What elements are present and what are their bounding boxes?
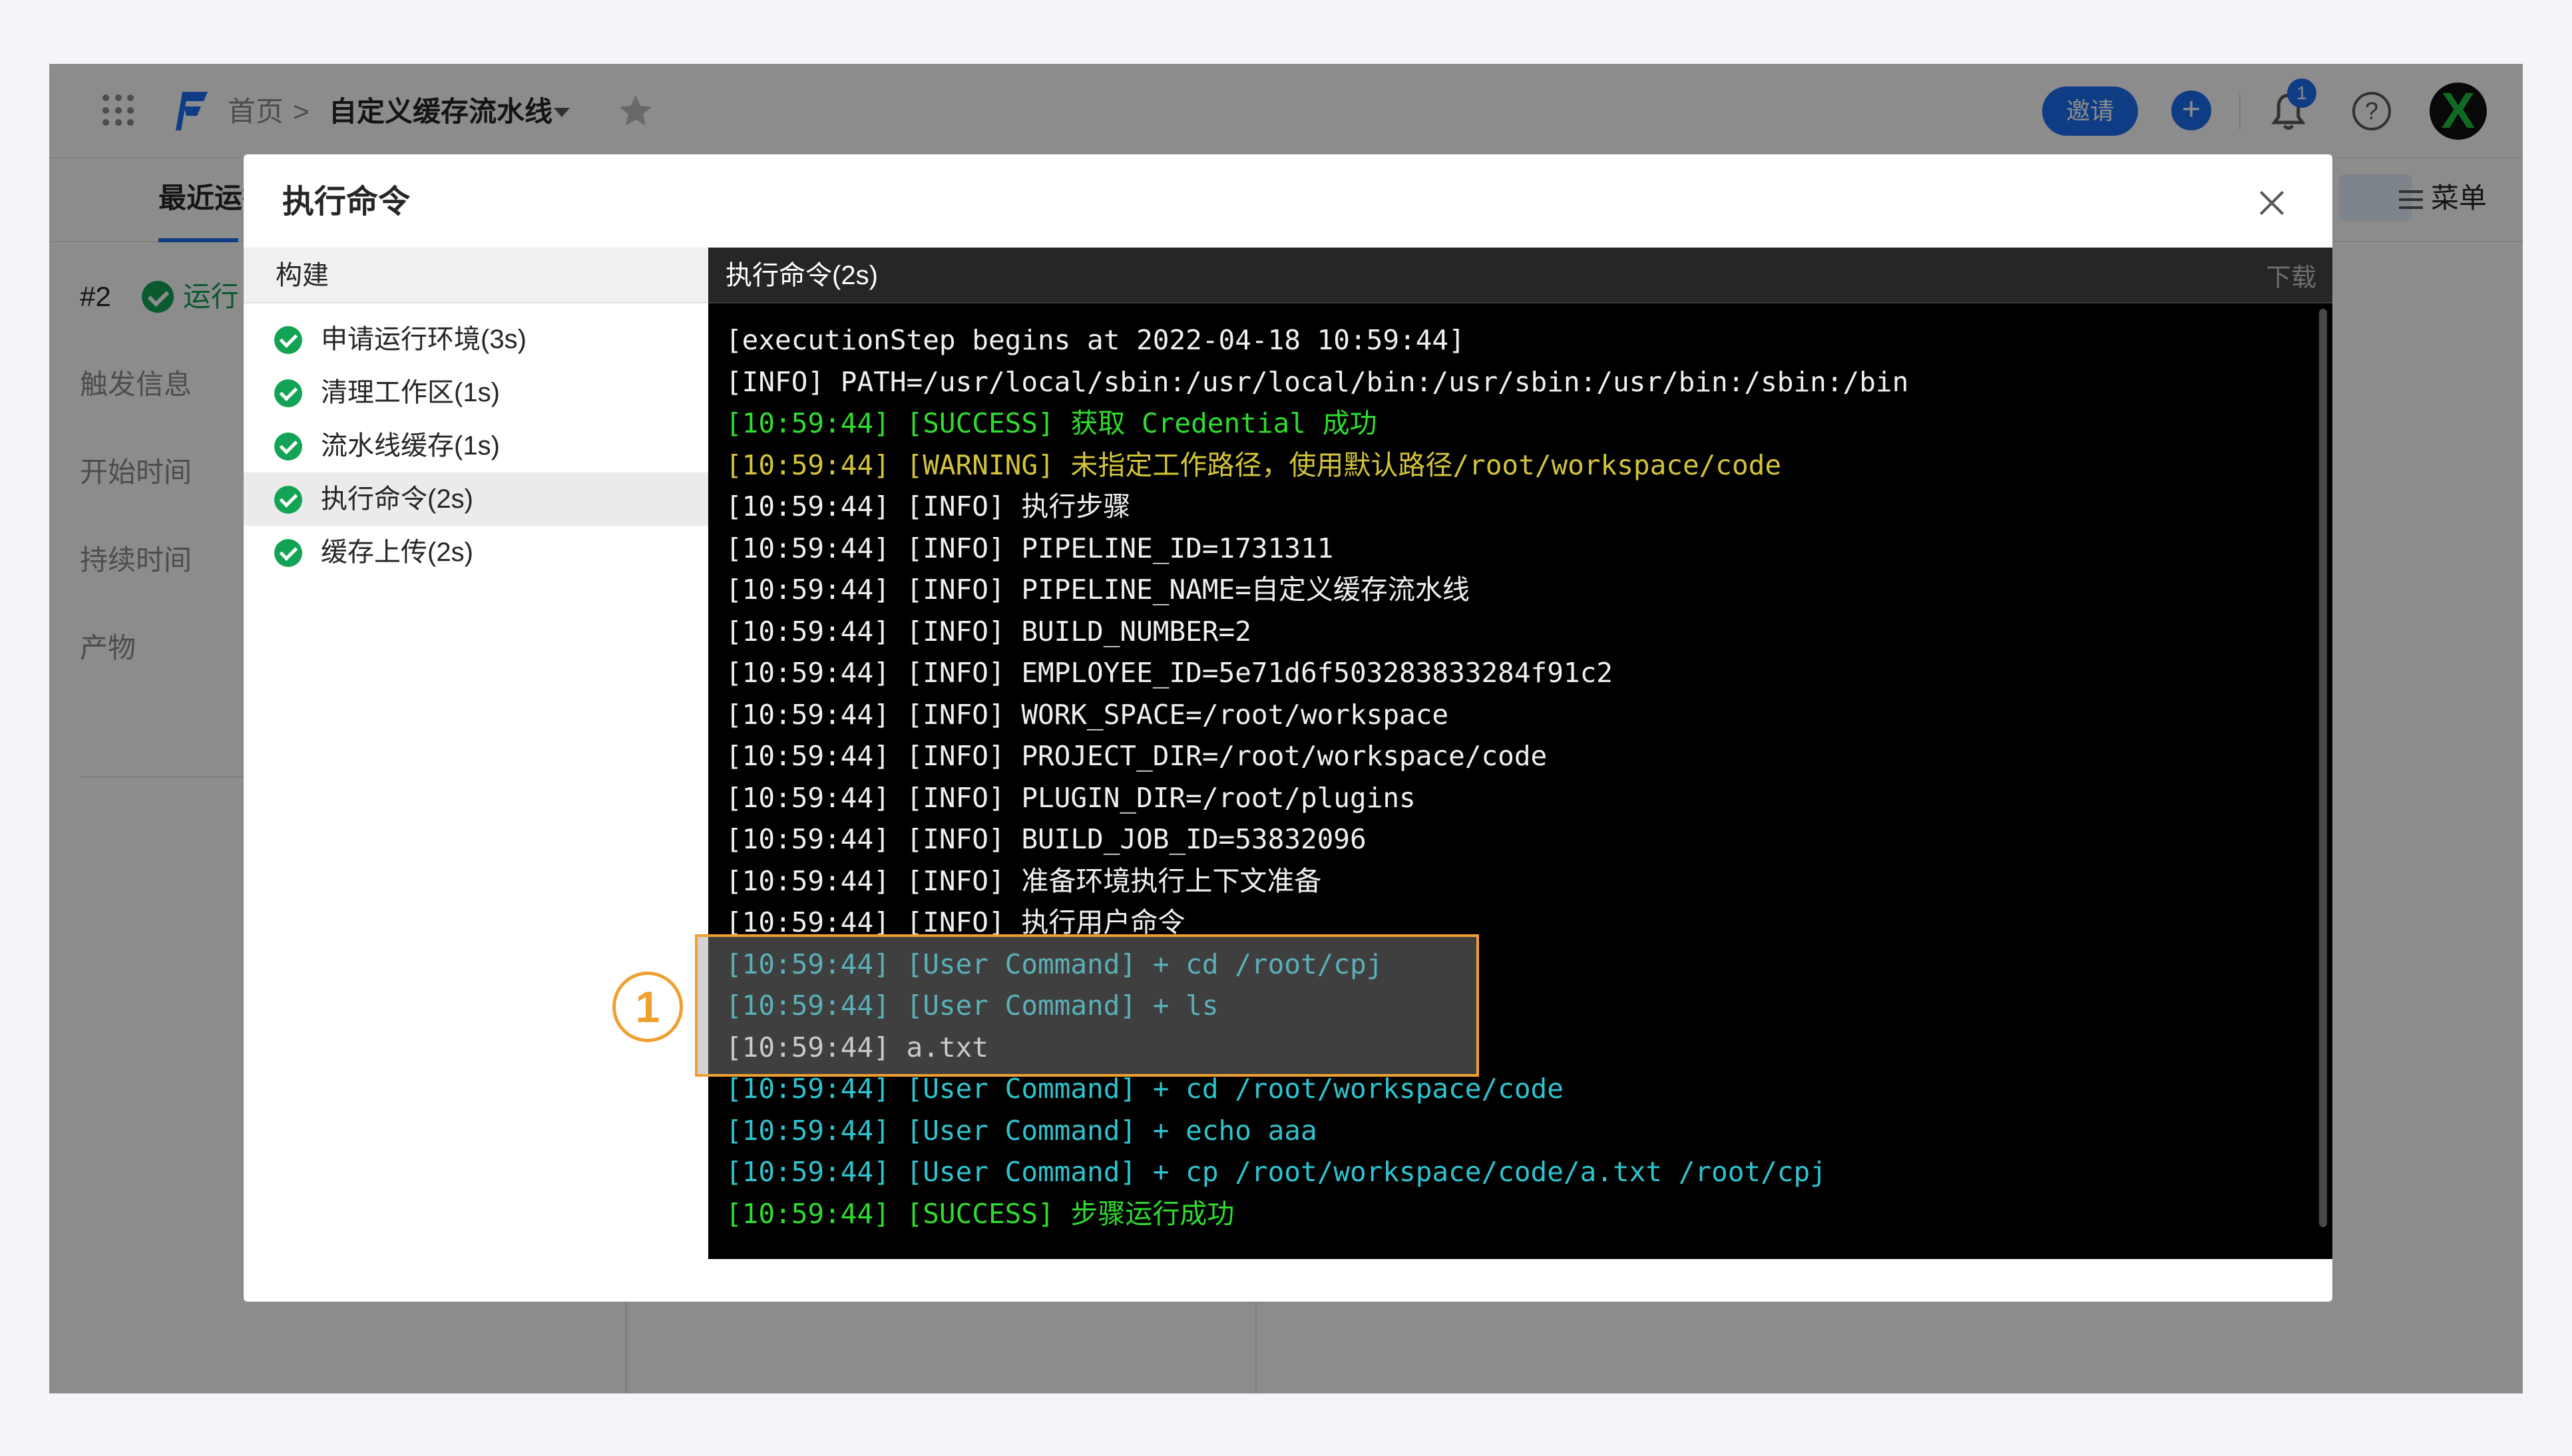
step-label: 流水线缓存(1s) <box>321 431 500 460</box>
log-line: [10:59:44] [INFO] 执行步骤 <box>726 490 1131 522</box>
log-line: [10:59:44] [INFO] BUILD_NUMBER=2 <box>726 615 1251 647</box>
console-log-lines: [executionStep begins at 2022-04-18 10:5… <box>726 319 2296 1234</box>
step-label: 执行命令(2s) <box>321 484 473 514</box>
log-line: [10:59:44] [User Command] + cp /root/wor… <box>726 1156 1826 1188</box>
check-circle-icon <box>274 379 302 407</box>
close-icon[interactable] <box>2255 186 2288 220</box>
step-item[interactable]: 申请运行环境(3s) <box>244 313 708 366</box>
annotation-highlight-box <box>695 934 1479 1077</box>
log-line: [10:59:44] [INFO] PIPELINE_ID=1731311 <box>726 532 1334 564</box>
log-line: [10:59:44] [SUCCESS] 获取 Credential 成功 <box>726 407 1377 439</box>
check-circle-icon <box>274 486 302 514</box>
build-steps-panel: 构建 申请运行环境(3s) 清理工作区(1s) 流水线缓存(1s) 执行命令(2… <box>244 248 708 1302</box>
modal-header: 执行命令 <box>244 154 2332 248</box>
log-line: [executionStep begins at 2022-04-18 10:5… <box>726 324 1465 356</box>
step-label: 缓存上传(2s) <box>321 538 473 567</box>
log-line: [10:59:44] [INFO] 准备环境执行上下文准备 <box>726 864 1322 897</box>
log-line: [10:59:44] [WARNING] 未指定工作路径，使用默认路径/root… <box>726 449 1782 481</box>
steps-header: 构建 <box>244 248 708 303</box>
check-circle-icon <box>274 326 302 354</box>
step-label: 清理工作区(1s) <box>321 378 500 407</box>
console-header: 执行命令(2s) 下载 <box>708 248 2332 303</box>
steps-header-label: 构建 <box>276 261 329 290</box>
log-console[interactable]: 执行命令(2s) 下载 [executionStep begins at 202… <box>708 248 2332 1259</box>
execute-command-modal: 执行命令 构建 申请运行环境(3s) 清理工作区(1s) 流水线缓存(1s) 执… <box>244 154 2332 1302</box>
log-line: [10:59:44] [INFO] EMPLOYEE_ID=5e71d6f503… <box>726 657 1613 689</box>
step-item[interactable]: 清理工作区(1s) <box>244 366 708 419</box>
log-line: [10:59:44] [INFO] PIPELINE_NAME=自定义缓存流水线 <box>726 574 1470 606</box>
log-line: [10:59:44] [User Command] + echo aaa <box>726 1114 1317 1147</box>
log-line: [10:59:44] [SUCCESS] 步骤运行成功 <box>726 1197 1235 1230</box>
step-label: 申请运行环境(3s) <box>321 325 527 354</box>
log-line: [10:59:44] [INFO] BUILD_JOB_ID=53832096 <box>726 823 1367 855</box>
modal-title: 执行命令 <box>282 184 411 220</box>
annotation-marker: 1 <box>612 972 683 1042</box>
step-item[interactable]: 流水线缓存(1s) <box>244 419 708 472</box>
check-circle-icon <box>274 539 302 567</box>
step-item-active[interactable]: 执行命令(2s) <box>244 472 708 526</box>
log-line: [10:59:44] [INFO] PROJECT_DIR=/root/work… <box>726 740 1548 772</box>
console-title: 执行命令(2s) <box>726 261 878 290</box>
log-line: [10:59:44] [INFO] WORK_SPACE=/root/works… <box>726 698 1449 731</box>
check-circle-icon <box>274 433 302 460</box>
console-scrollbar[interactable] <box>2319 309 2327 1227</box>
log-line: [INFO] PATH=/usr/local/sbin:/usr/local/b… <box>726 365 1909 398</box>
download-button[interactable]: 下载 <box>2266 258 2316 298</box>
log-line: [10:59:44] [INFO] PLUGIN_DIR=/root/plugi… <box>726 781 1416 814</box>
step-item[interactable]: 缓存上传(2s) <box>244 526 708 579</box>
